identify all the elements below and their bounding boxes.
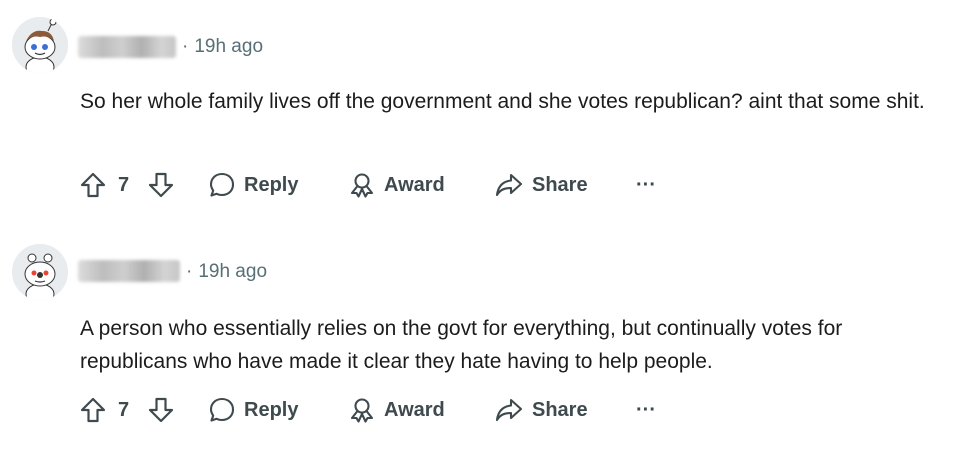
comment-meta: · 19h ago	[182, 36, 263, 58]
reply-label: Reply	[244, 398, 299, 421]
share-arrow-icon	[495, 173, 523, 197]
vote-score: 7	[118, 173, 130, 196]
reply-button[interactable]: Reply	[208, 393, 298, 427]
speech-bubble-icon	[209, 397, 235, 422]
speech-bubble-icon	[209, 172, 235, 197]
share-button[interactable]: Share	[494, 168, 588, 202]
reply-label: Reply	[244, 173, 299, 196]
upvote-arrow-icon	[80, 397, 106, 423]
downvote-button[interactable]	[146, 168, 176, 202]
upvote-arrow-icon	[80, 172, 106, 198]
comment-meta: · 19h ago	[186, 261, 267, 283]
share-label: Share	[532, 398, 588, 421]
more-options-button[interactable]: ···	[636, 168, 656, 202]
snoo-avatar-icon	[12, 244, 68, 300]
award-button[interactable]: Award	[348, 168, 445, 202]
comment-actions: 7 Reply Award Share ···	[78, 168, 678, 202]
user-avatar[interactable]	[12, 17, 68, 73]
snoo-avatar-icon	[12, 17, 68, 73]
more-options-icon: ···	[636, 398, 656, 421]
username-blurred[interactable]	[78, 260, 180, 282]
award-label: Award	[384, 398, 445, 421]
more-options-icon: ···	[636, 173, 656, 196]
upvote-button[interactable]	[78, 168, 108, 202]
meta-separator: ·	[182, 36, 189, 57]
comment-body: A person who essentially relies on the g…	[80, 317, 843, 373]
downvote-arrow-icon	[148, 172, 174, 198]
award-ribbon-icon	[350, 173, 374, 198]
upvote-button[interactable]	[78, 393, 108, 427]
username-blurred[interactable]	[78, 36, 176, 58]
share-label: Share	[532, 173, 588, 196]
award-button[interactable]: Award	[348, 393, 445, 427]
award-label: Award	[384, 173, 445, 196]
award-ribbon-icon	[350, 398, 374, 423]
comment-timestamp[interactable]: 19h ago	[198, 261, 267, 282]
comment-body: So her whole family lives off the govern…	[80, 90, 925, 113]
share-button[interactable]: Share	[494, 393, 588, 427]
vote-score: 7	[118, 398, 130, 421]
comment-timestamp[interactable]: 19h ago	[194, 36, 263, 57]
meta-separator: ·	[186, 261, 193, 282]
user-avatar[interactable]	[12, 244, 68, 300]
reply-button[interactable]: Reply	[208, 168, 298, 202]
downvote-button[interactable]	[146, 393, 176, 427]
more-options-button[interactable]: ···	[636, 393, 656, 427]
comment-actions: 7 Reply Award Share ···	[78, 393, 678, 427]
downvote-arrow-icon	[148, 397, 174, 423]
share-arrow-icon	[495, 398, 523, 422]
